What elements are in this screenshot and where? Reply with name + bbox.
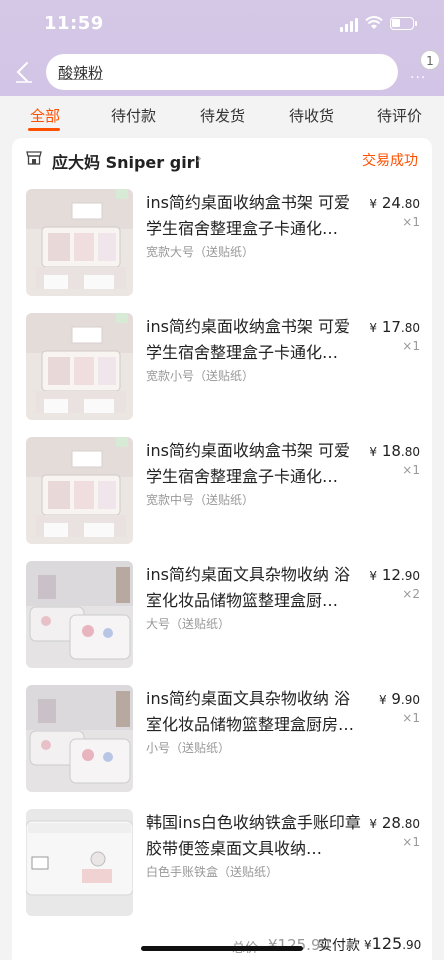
wifi-icon <box>365 16 383 29</box>
order-status: 交易成功 <box>362 153 418 169</box>
price-decimal: .80 <box>400 817 420 831</box>
order-item[interactable]: ins简约桌面文具杂物收纳 浴室化妆品储物篮整理盒厨… 大号（送贴纸） ¥ 12… <box>12 561 432 673</box>
product-quantity: ×2 <box>402 587 420 601</box>
status-time: 11:59 <box>44 13 104 34</box>
price-integer: 24 <box>381 194 401 212</box>
price-integer: 12 <box>381 566 401 584</box>
tab-pending-payment[interactable]: 待付款 <box>111 105 156 126</box>
search-input[interactable] <box>58 60 378 84</box>
price-decimal: .80 <box>400 445 420 459</box>
product-thumbnail <box>26 809 133 916</box>
search-box[interactable] <box>46 54 398 90</box>
price-decimal: .80 <box>400 321 420 335</box>
price-integer: 18 <box>381 442 401 460</box>
product-sku: 小号（送贴纸） <box>146 741 231 755</box>
product-quantity: ×1 <box>402 463 420 477</box>
product-quantity: ×1 <box>402 339 420 353</box>
order-card[interactable]: 应大妈 Sniper girl › 交易成功 ins简约桌面收纳盒书架 可爱学生… <box>12 138 432 960</box>
price-currency: ¥ <box>369 445 378 459</box>
paid-value: ¥125.90 <box>364 934 421 953</box>
price-decimal: .90 <box>400 569 420 583</box>
price-currency: ¥ <box>369 321 378 335</box>
paid-decimal: .90 <box>402 938 422 952</box>
paid-label: 实付款 <box>318 938 360 954</box>
product-title[interactable]: ins简约桌面文具杂物收纳 浴室化妆品储物篮整理盒厨房… <box>146 686 362 738</box>
product-thumbnail <box>26 437 133 544</box>
product-title[interactable]: 韩国ins白色收纳铁盒手账印章胶带便签桌面文具收纳… <box>146 810 362 862</box>
product-sku: 宽款小号（送贴纸） <box>146 369 255 383</box>
product-title[interactable]: ins简约桌面收纳盒书架 可爱学生宿舍整理盒子卡通化… <box>146 190 362 242</box>
tab-all[interactable]: 全部 <box>30 105 60 126</box>
battery-icon <box>390 17 417 30</box>
product-price: ¥ 28.80 <box>369 814 420 832</box>
product-sku: 宽款大号（送贴纸） <box>146 245 255 259</box>
product-price: ¥ 24.80 <box>369 194 420 212</box>
product-price: ¥ 9.90 <box>379 690 420 708</box>
paid-integer: 125 <box>371 934 403 953</box>
price-currency: ¥ <box>378 693 387 707</box>
more-menu-button[interactable]: ··· 1 <box>408 50 440 86</box>
tab-pending-receipt[interactable]: 待收货 <box>289 105 334 126</box>
price-integer: 28 <box>381 814 401 832</box>
product-thumbnail <box>26 685 133 792</box>
shop-name[interactable]: 应大妈 Sniper girl <box>52 149 200 173</box>
shop-header[interactable]: 应大妈 Sniper girl › 交易成功 <box>12 138 432 180</box>
order-item[interactable]: 韩国ins白色收纳铁盒手账印章胶带便签桌面文具收纳… 白色手账铁盒（送贴纸） ¥… <box>12 809 432 921</box>
product-sku: 宽款中号（送贴纸） <box>146 493 255 507</box>
paid-currency: ¥ <box>364 938 372 952</box>
price-currency: ¥ <box>369 817 378 831</box>
product-price: ¥ 18.80 <box>369 442 420 460</box>
product-sku: 大号（送贴纸） <box>146 617 231 631</box>
product-quantity: ×1 <box>402 711 420 725</box>
cellular-signal-icon <box>340 18 358 32</box>
price-currency: ¥ <box>369 197 378 211</box>
price-decimal: .90 <box>400 693 420 707</box>
status-bar: 11:59 <box>0 0 444 48</box>
message-count-badge: 1 <box>420 50 440 70</box>
product-title[interactable]: ins简约桌面收纳盒书架 可爱学生宿舍整理盒子卡通化… <box>146 438 362 490</box>
more-dots-icon: ··· <box>410 70 427 86</box>
price-currency: ¥ <box>369 569 378 583</box>
shop-icon <box>26 151 42 165</box>
price-decimal: .80 <box>400 197 420 211</box>
back-arrow-icon[interactable] <box>12 60 36 84</box>
product-sku: 白色手账铁盒（送贴纸） <box>146 865 279 879</box>
product-thumbnail <box>26 313 133 420</box>
order-item[interactable]: ins简约桌面收纳盒书架 可爱学生宿舍整理盒子卡通化… 宽款中号（送贴纸） ¥ … <box>12 437 432 549</box>
chevron-right-icon: › <box>196 149 202 167</box>
product-title[interactable]: ins简约桌面文具杂物收纳 浴室化妆品储物篮整理盒厨… <box>146 562 362 614</box>
price-integer: 9 <box>391 690 401 708</box>
tab-pending-shipment[interactable]: 待发货 <box>200 105 245 126</box>
product-price: ¥ 17.80 <box>369 318 420 336</box>
top-header: 11:59 ··· 1 <box>0 0 444 96</box>
product-thumbnail <box>26 561 133 668</box>
product-title[interactable]: ins简约桌面收纳盒书架 可爱学生宿舍整理盒子卡通化… <box>146 314 362 366</box>
tab-pending-review[interactable]: 待评价 <box>377 105 422 126</box>
price-integer: 17 <box>381 318 401 336</box>
product-quantity: ×1 <box>402 215 420 229</box>
home-indicator <box>141 946 303 951</box>
product-quantity: ×1 <box>402 835 420 849</box>
order-item[interactable]: ins简约桌面文具杂物收纳 浴室化妆品储物篮整理盒厨房… 小号（送贴纸） ¥ 9… <box>12 685 432 797</box>
product-price: ¥ 12.90 <box>369 566 420 584</box>
order-item[interactable]: ins简约桌面收纳盒书架 可爱学生宿舍整理盒子卡通化… 宽款大号（送贴纸） ¥ … <box>12 189 432 301</box>
active-tab-indicator <box>28 128 60 131</box>
order-tabs: 全部 待付款 待发货 待收货 待评价 <box>0 96 444 134</box>
product-thumbnail <box>26 189 133 296</box>
order-item[interactable]: ins简约桌面收纳盒书架 可爱学生宿舍整理盒子卡通化… 宽款小号（送贴纸） ¥ … <box>12 313 432 425</box>
